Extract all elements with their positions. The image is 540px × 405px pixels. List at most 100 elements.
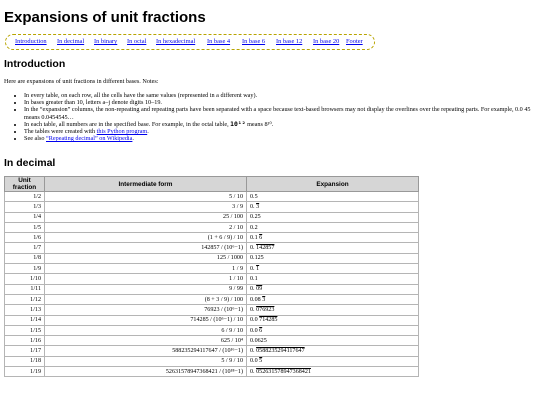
expansion-repeating: 3 xyxy=(262,296,266,303)
note-text: . xyxy=(132,135,134,143)
fraction-cell: 1/14 xyxy=(4,314,45,326)
expansion-cell: 0.0 6 xyxy=(246,324,419,337)
table-row: 1/17 588235294117647 / (10¹⁶−1) 0. 0588235… xyxy=(4,345,419,357)
expansion-nonrepeating: 0.125 xyxy=(250,255,264,262)
table-row: 1/14 714285 / (10⁶−1) / 10 0.0 714285 xyxy=(4,314,419,326)
table-row: 1/16 625 / 10⁴ 0.0625 xyxy=(4,335,419,347)
table-row: 1/6 (1 + 6 / 9) / 10 0.1 6 xyxy=(4,232,419,244)
intro-text: Here are expansions of unit fractions in… xyxy=(4,78,159,85)
expansion-cell: 0.1 6 xyxy=(246,232,419,244)
fraction-cell: 1/5 xyxy=(4,221,45,234)
table-row: 1/5 2 / 10 0.2 xyxy=(4,221,419,234)
note-text: In each table, all numbers are in the sp… xyxy=(24,120,231,128)
decimal-table: Unit fraction Intermediate form Expansio… xyxy=(4,176,419,378)
intermediate-cell: (8 + 3 / 9) / 100 xyxy=(44,293,247,306)
fraction-cell: 1/13 xyxy=(4,304,45,316)
expansion-cell: 0.2 xyxy=(246,221,419,234)
python-program-link[interactable]: this Python program xyxy=(97,128,148,135)
fraction-cell: 1/17 xyxy=(4,345,45,357)
table-row: 1/15 6 / 9 / 10 0.0 6 xyxy=(4,324,419,337)
note-text: means 8¹⁰. xyxy=(245,120,274,128)
fraction-cell: 1/15 xyxy=(4,324,45,337)
table-row: 1/12 (8 + 3 / 9) / 100 0.08 3 xyxy=(4,293,419,306)
expansion-cell: 0.08 3 xyxy=(246,293,419,306)
intermediate-cell: (1 + 6 / 9) / 10 xyxy=(44,232,247,244)
table-row: 1/3 3 / 9 0. 3 xyxy=(4,201,419,213)
fraction-cell: 1/10 xyxy=(4,273,45,285)
expansion-nonrepeating: 0.1 xyxy=(250,234,260,241)
expansion-nonrepeating: 0.1 xyxy=(250,276,258,283)
expansion-cell: 0.0 5 xyxy=(246,355,419,368)
list-item: In bases greater than 10, letters a–j de… xyxy=(24,99,539,106)
intermediate-cell: 5 / 9 / 10 xyxy=(44,355,247,368)
fraction-cell: 1/16 xyxy=(4,335,45,347)
intermediate-cell: 125 / 1000 xyxy=(44,252,247,265)
intermediate-cell: 1 / 9 xyxy=(44,263,247,275)
nav-link-binary[interactable]: In binary xyxy=(94,38,117,45)
nav-link-base4[interactable]: In base 4 xyxy=(207,38,230,45)
table-row: 1/11 9 / 99 0. 09 xyxy=(4,283,419,295)
expansion-cell: 0.0 714285 xyxy=(246,314,419,326)
expansion-nonrepeating: 0.0625 xyxy=(250,337,267,344)
expansion-nonrepeating: 0.25 xyxy=(250,214,261,221)
fraction-cell: 1/7 xyxy=(4,242,45,254)
intermediate-cell: 76923 / (10⁶−1) xyxy=(44,304,247,316)
expansion-repeating: 5 xyxy=(259,358,263,365)
nav-link-base6[interactable]: In base 6 xyxy=(242,38,265,45)
column-header: Expansion xyxy=(246,176,419,192)
expansion-repeating: 714285 xyxy=(259,317,278,324)
nav-link-decimal[interactable]: In decimal xyxy=(57,38,84,45)
nav-link-base20[interactable]: In base 20 xyxy=(313,38,339,45)
expansion-cell: 0. 3 xyxy=(246,201,419,213)
table-row: 1/9 1 / 9 0. 1 xyxy=(4,263,419,275)
nav-link-base12[interactable]: In base 12 xyxy=(276,38,302,45)
table-row: 1/18 5 / 9 / 10 0.0 5 xyxy=(4,355,419,368)
notes-list: In every table, on each row, all the cel… xyxy=(4,92,539,142)
table-row: 1/4 25 / 100 0.25 xyxy=(4,211,419,223)
note-text: . xyxy=(147,128,149,136)
table-body: 1/2 5 / 10 0.5 1/3 3 / 9 0. 3 1/4 25 / 100 0.25 1… xyxy=(4,190,419,378)
page-title: Expansions of unit fractions xyxy=(4,9,206,26)
expansion-nonrepeating: 0.08 xyxy=(250,296,263,303)
intermediate-cell: 25 / 100 xyxy=(44,211,247,223)
expansion-repeating: 1 xyxy=(256,265,260,272)
expansion-repeating: 6 xyxy=(259,234,263,241)
nav-link-footer[interactable]: Footer xyxy=(346,38,363,45)
intermediate-cell: 5 / 10 xyxy=(44,190,247,203)
expansion-repeating: 09 xyxy=(256,286,263,293)
note-text: In bases greater than 10, letters a–j de… xyxy=(24,99,162,107)
expansion-cell: 0.5 xyxy=(246,190,419,203)
note-code: 10¹² xyxy=(230,119,246,128)
expansion-repeating: 052631578947368421 xyxy=(256,368,311,375)
expansion-nonrepeating: 0.0 xyxy=(250,358,260,365)
note-text: In the “expansion” columns, the non-repe… xyxy=(24,106,531,121)
expansion-nonrepeating: 0.0 xyxy=(250,317,260,324)
expansion-cell: 0. 0588235294117647 xyxy=(246,345,419,357)
intermediate-cell: 625 / 10⁴ xyxy=(44,335,247,347)
intermediate-cell: 588235294117647 / (10¹⁶−1) xyxy=(44,345,247,357)
expansion-repeating: 0588235294117647 xyxy=(256,348,305,355)
expansion-repeating: 142857 xyxy=(256,245,275,252)
fraction-cell: 1/8 xyxy=(4,252,45,265)
list-item: In each table, all numbers are in the sp… xyxy=(24,119,539,128)
table-row: 1/7 142857 / (10⁶−1) 0. 142857 xyxy=(4,242,419,254)
expansion-cell: 0. 076923 xyxy=(246,304,419,316)
table-row: 1/10 1 / 10 0.1 xyxy=(4,273,419,285)
fraction-cell: 1/3 xyxy=(4,201,45,213)
expansion-repeating: 076923 xyxy=(256,306,275,313)
decimal-heading: In decimal xyxy=(4,157,56,169)
intermediate-cell: 52631578947368421 / (10¹⁸−1) xyxy=(44,366,247,378)
expansion-cell: 0.1 xyxy=(246,273,419,285)
fraction-cell: 1/9 xyxy=(4,263,45,275)
table-row: 1/13 76923 / (10⁶−1) 0. 076923 xyxy=(4,304,419,316)
fraction-cell: 1/2 xyxy=(4,190,45,203)
table-row: 1/8 125 / 1000 0.125 xyxy=(4,252,419,265)
nav-link-octal[interactable]: In octal xyxy=(127,38,146,45)
intermediate-cell: 2 / 10 xyxy=(44,221,247,234)
wikipedia-link[interactable]: “Repeating decimal” on Wikipedia xyxy=(46,135,132,142)
nav-link-introduction[interactable]: Introduction xyxy=(15,38,47,45)
nav-link-hexadecimal[interactable]: In hexadecimal xyxy=(156,38,195,45)
column-header: Unit fraction xyxy=(4,176,45,192)
list-item: In the “expansion” columns, the non-repe… xyxy=(24,106,539,120)
expansion-repeating: 3 xyxy=(256,203,260,210)
